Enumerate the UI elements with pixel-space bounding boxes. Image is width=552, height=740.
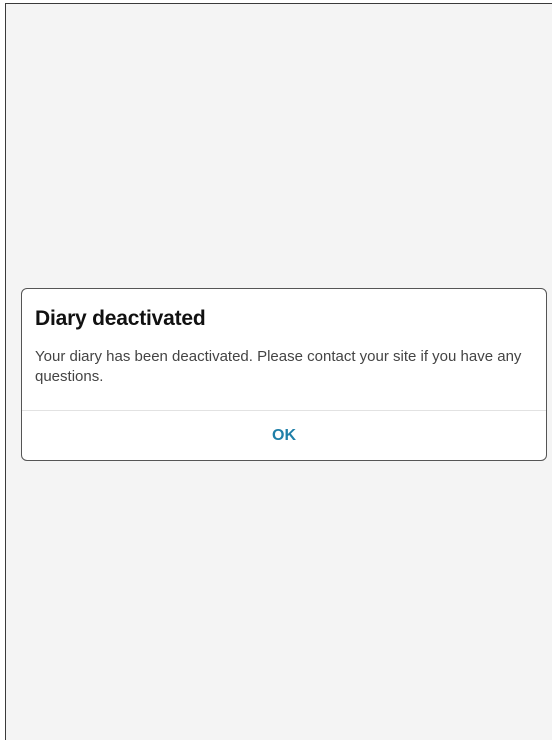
ok-button[interactable]: OK (22, 411, 546, 460)
dialog-message: Your diary has been deactivated. Please … (35, 348, 522, 385)
app-background: Diary deactivated Your diary has been de… (5, 3, 552, 740)
dialog-title: Diary deactivated (35, 307, 206, 330)
alert-dialog: Diary deactivated Your diary has been de… (21, 288, 547, 461)
